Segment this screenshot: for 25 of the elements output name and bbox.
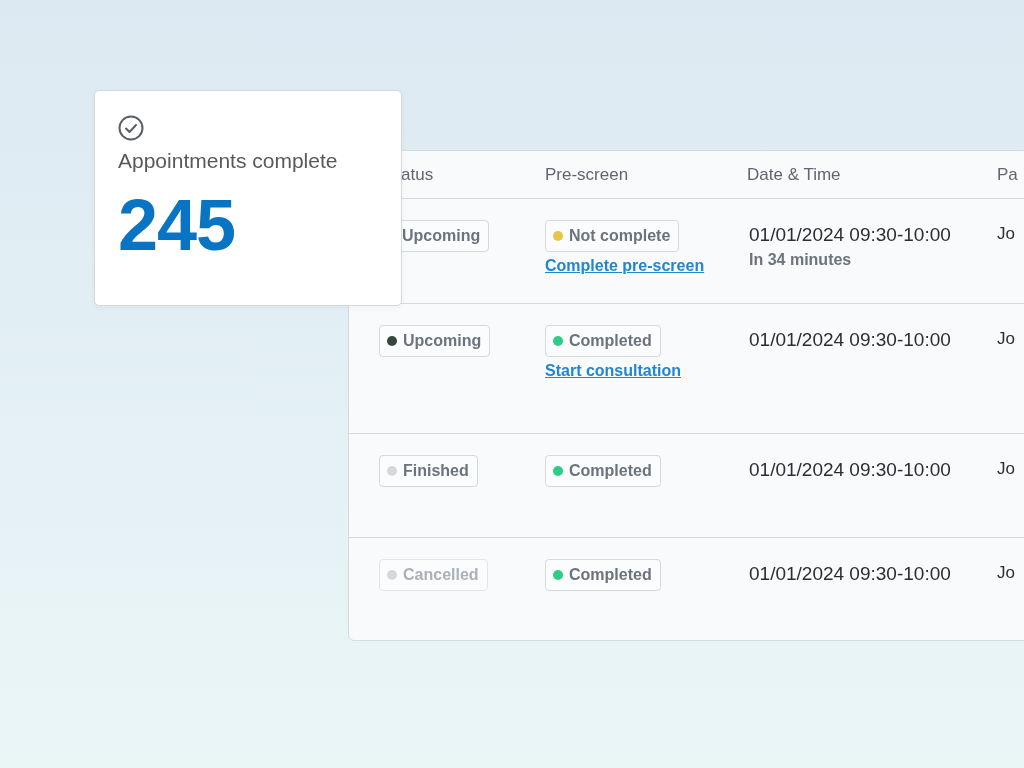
prescreen-badge: Completed <box>545 559 661 591</box>
prescreen-badge: Not complete <box>545 220 680 252</box>
date-time: 01/01/2024 09:30-10:00 <box>749 459 951 481</box>
prescreen-badge: Completed <box>545 455 661 487</box>
stat-label: Appointments complete <box>118 149 338 173</box>
date-time: 01/01/2024 09:30-10:00 <box>749 329 951 351</box>
table-cell: Jo <box>997 563 1015 583</box>
stat-value: 245 <box>118 189 236 261</box>
table-cell: Jo <box>997 224 1015 244</box>
action-link[interactable]: Complete pre-screen <box>545 257 705 275</box>
column-header: atus <box>400 164 435 186</box>
status-badge: Finished <box>379 455 478 487</box>
check-circle-icon <box>118 115 144 141</box>
column-header: Pa <box>997 164 1019 186</box>
table-cell: Jo <box>997 459 1015 479</box>
time-until: In 34 minutes <box>749 251 852 269</box>
status-badge: Cancelled <box>379 559 488 591</box>
action-link[interactable]: Start consultation <box>545 362 681 380</box>
date-time: 01/01/2024 09:30-10:00 <box>749 224 951 246</box>
column-header: Pre-screen <box>545 164 630 186</box>
date-time: 01/01/2024 09:30-10:00 <box>749 563 951 585</box>
column-header: Date & Time <box>747 164 842 186</box>
table-cell: Jo <box>997 329 1015 349</box>
prescreen-badge: Completed <box>545 325 661 357</box>
status-badge: Upcoming <box>379 325 491 357</box>
